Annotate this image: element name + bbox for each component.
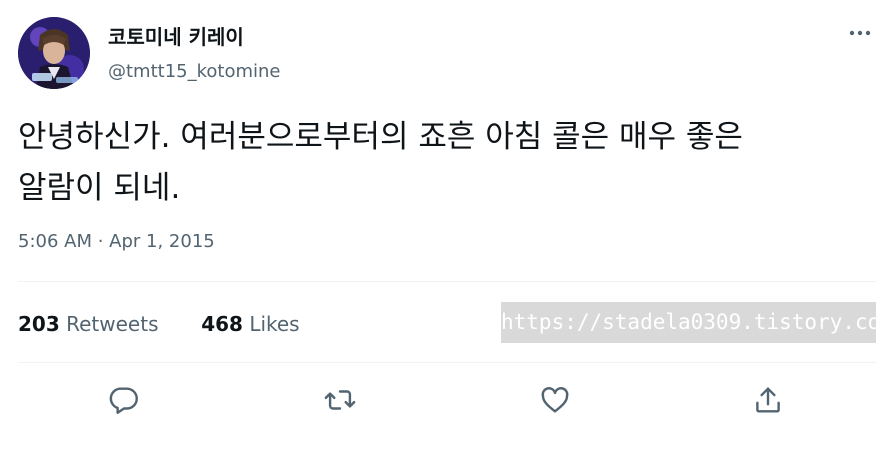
likes-stat[interactable]: 468 Likes: [201, 312, 299, 336]
reply-bubble-icon: [109, 387, 138, 414]
retweets-label: Retweets: [66, 312, 159, 336]
retweets-stat[interactable]: 203 Retweets: [18, 312, 165, 336]
watermark-url: https://stadela0309.tistory.com: [501, 302, 876, 343]
share-button[interactable]: [749, 381, 787, 419]
tweet-text-line: 안녕하신가. 여러분으로부터의 죠흔 아침 콜은 매우 좋은: [18, 119, 743, 155]
author-handle[interactable]: @tmtt15_kotomine: [108, 60, 281, 84]
tweet-text: 안녕하신가. 여러분으로부터의 죠흔 아침 콜은 매우 좋은 알람이 되네.: [18, 112, 880, 214]
retweet-button[interactable]: [321, 381, 359, 419]
more-horizontal-icon: [849, 30, 871, 36]
like-button[interactable]: [536, 381, 574, 419]
retweets-count: 203: [18, 312, 60, 336]
reply-button[interactable]: [105, 381, 143, 419]
likes-label: Likes: [249, 312, 300, 336]
likes-count: 468: [201, 312, 243, 336]
retweet-arrows-icon: [324, 390, 356, 410]
author-avatar[interactable]: [18, 17, 90, 89]
heart-icon: [541, 387, 569, 413]
divider: [18, 362, 876, 363]
author-display-name[interactable]: 코토미네 키레이: [108, 24, 244, 50]
tweet-stats: 203 Retweets 468 Likes: [18, 310, 300, 338]
tweet-text-line: 알람이 되네.: [18, 170, 181, 206]
avatar-image: [18, 17, 90, 89]
divider: [18, 281, 876, 282]
tweet-timestamp[interactable]: 5:06 AM · Apr 1, 2015: [18, 230, 215, 254]
more-options-button[interactable]: [842, 20, 878, 46]
share-upload-icon: [756, 387, 780, 413]
